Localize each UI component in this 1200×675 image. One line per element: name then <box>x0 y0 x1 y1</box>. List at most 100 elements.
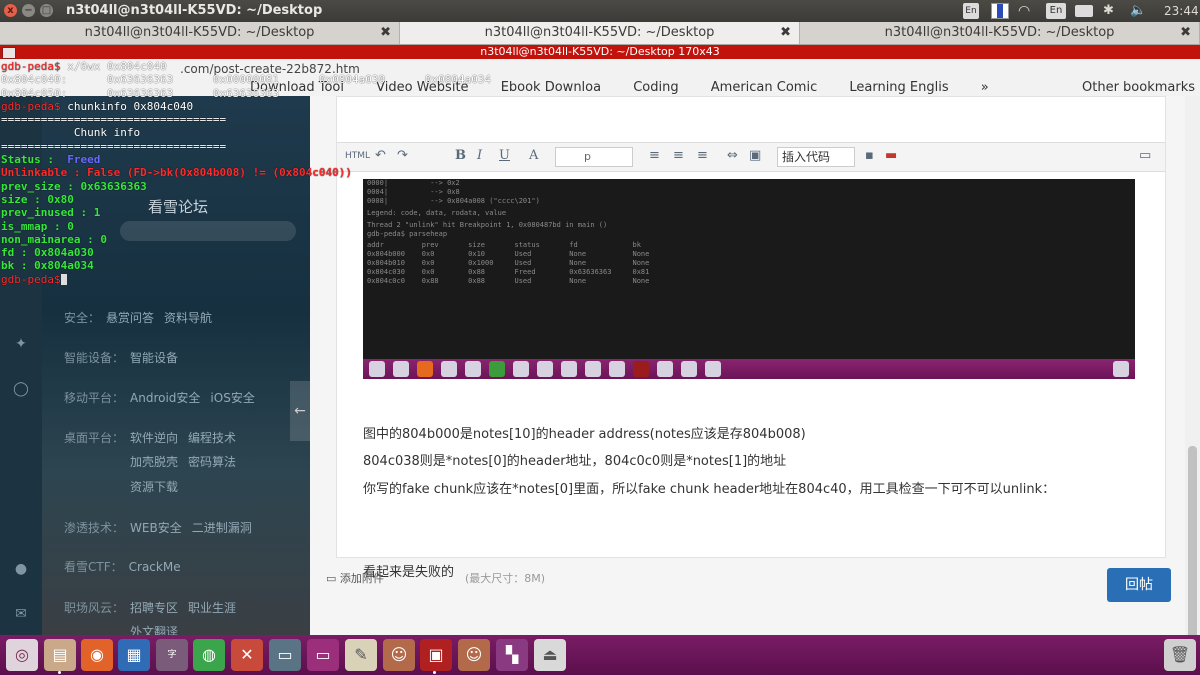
terminal-tab-2[interactable]: n3t04ll@n3t04ll-K55VD: ~/Desktop ✖ <box>400 22 800 44</box>
home-icon[interactable]: ✦ <box>12 336 30 354</box>
fullscreen-icon[interactable]: ▭ <box>1139 148 1151 163</box>
menu-link[interactable]: 外文翻译 <box>130 625 178 635</box>
post-paragraph: 图中的804b000是notes[10]的header address(note… <box>363 427 806 442</box>
underline-button[interactable]: U <box>499 148 510 163</box>
align-center-icon[interactable]: ≡ <box>673 148 684 163</box>
user-icon[interactable]: ● <box>12 561 30 579</box>
align-left-icon[interactable]: ≡ <box>649 148 660 163</box>
menu-link[interactable]: 招聘专区 <box>130 601 178 615</box>
bookmark-overflow[interactable]: » <box>981 80 989 95</box>
site-logo[interactable]: 看雪论坛 <box>148 196 208 217</box>
user-avatar-icon[interactable]: ☺ <box>383 639 415 671</box>
bookmark-item[interactable]: Coding <box>633 80 678 95</box>
document-icon[interactable]: ▦ <box>118 639 150 671</box>
menu-link[interactable]: 编程技术 <box>188 431 236 445</box>
tab-label: n3t04ll@n3t04ll-K55VD: ~/Desktop <box>484 25 715 40</box>
clock[interactable]: 23:44 <box>1164 3 1200 19</box>
window-minimize-button[interactable]: − <box>22 4 35 17</box>
menu-link[interactable]: 加壳脱壳 <box>130 455 178 469</box>
site-search-input[interactable] <box>120 221 296 241</box>
menu-link[interactable]: 智能设备 <box>130 351 178 365</box>
menu-link[interactable]: 软件逆向 <box>130 431 178 445</box>
menu-link[interactable]: iOS安全 <box>210 391 254 405</box>
font-color-button[interactable]: A <box>529 148 538 163</box>
usb-drive-icon[interactable]: ⏏ <box>534 639 566 671</box>
attachment-size-limit: (最大尺寸：8M) <box>465 572 546 585</box>
menu-row: 看雪CTF： CrackMe <box>64 560 181 574</box>
insert-code-select[interactable]: 插入代码 <box>777 147 855 167</box>
bookmarks-bar: .com/post-create-22b872.htm Download Too… <box>0 56 1200 96</box>
close-icon[interactable]: ✖ <box>1180 22 1191 44</box>
italic-button[interactable]: I <box>477 148 482 163</box>
text-editor-icon[interactable]: ✎ <box>345 639 377 671</box>
link-icon[interactable]: ⇔ <box>727 148 738 163</box>
volume-icon[interactable]: 🔈 <box>1130 3 1150 19</box>
remote-desktop-icon[interactable]: ▭ <box>269 639 301 671</box>
mail-icon[interactable]: ✉ <box>12 606 30 624</box>
mail-icon[interactable] <box>1075 5 1093 17</box>
menu-link[interactable]: CrackMe <box>129 560 181 574</box>
tab-label: n3t04ll@n3t04ll-K55VD: ~/Desktop <box>84 25 315 40</box>
terminal-window-icon[interactable]: ▭ <box>307 639 339 671</box>
paragraph-format-select[interactable]: p <box>555 147 633 167</box>
bookmark-item[interactable]: Download Tool <box>250 80 344 95</box>
terminal-tab-3[interactable]: n3t04ll@n3t04ll-K55VD: ~/Desktop ✖ <box>800 22 1200 44</box>
close-icon[interactable]: ✖ <box>780 22 791 44</box>
presentation-icon[interactable]: ▣ <box>420 639 452 671</box>
menu-link[interactable]: 资料导航 <box>164 311 212 325</box>
bookmark-item[interactable]: American Comic <box>711 80 817 95</box>
menu-link[interactable]: WEB安全 <box>130 521 182 535</box>
flag-icon[interactable] <box>991 3 1009 19</box>
close-icon[interactable]: ✖ <box>380 22 391 44</box>
menu-row: 桌面平台： 软件逆向 编程技术 <box>64 431 237 445</box>
ubuntu-icon[interactable]: ◎ <box>6 639 38 671</box>
menu-link[interactable]: 资源下载 <box>130 480 178 494</box>
address-bar[interactable]: .com/post-create-22b872.htm <box>180 62 360 76</box>
bold-button[interactable]: B <box>455 148 466 163</box>
sidebar-icon-rail: ✦ ◯ ● ✉ <box>0 96 42 635</box>
files-icon[interactable]: ▤ <box>44 639 76 671</box>
input-language-indicator[interactable]: En <box>1046 3 1066 19</box>
window-maximize-button[interactable]: □ <box>40 4 53 17</box>
window-close-button[interactable]: x <box>4 4 17 17</box>
terminal-tab-1[interactable]: n3t04ll@n3t04ll-K55VD: ~/Desktop ✖ <box>0 22 400 44</box>
bluetooth-icon[interactable]: ✱ <box>1103 3 1114 19</box>
menu-link[interactable]: 悬赏问答 <box>106 311 154 325</box>
bookmark-item[interactable]: Ebook Downloa <box>501 80 601 95</box>
sidebar-collapse-button[interactable]: ← <box>290 381 310 441</box>
window-title: n3t04ll@n3t04ll-K55VD: ~/Desktop <box>66 3 323 18</box>
settings-tools-icon[interactable]: ✕ <box>231 639 263 671</box>
scrollbar-thumb[interactable] <box>1188 446 1197 635</box>
page-scrollbar[interactable] <box>1185 96 1200 635</box>
menu-row: 智能设备： 智能设备 <box>64 351 179 365</box>
html-mode-button[interactable]: HTML <box>345 151 370 161</box>
trash-icon[interactable]: 🗑 <box>1164 639 1196 671</box>
embedded-taskbar <box>363 359 1135 379</box>
firefox-icon[interactable]: ◉ <box>81 639 113 671</box>
align-right-icon[interactable]: ≡ <box>697 148 708 163</box>
redo-icon[interactable]: ↷ <box>397 148 408 163</box>
add-attachment-link[interactable]: ▭ 添加附件 <box>326 570 384 586</box>
other-bookmarks[interactable]: Other bookmarks <box>1082 80 1195 95</box>
bookmark-item[interactable]: Learning Englis <box>849 80 948 95</box>
save-icon[interactable]: ▪ <box>865 148 874 163</box>
menu-link[interactable]: Android安全 <box>130 391 200 405</box>
bookmark-item[interactable]: Video Website <box>376 80 468 95</box>
chrome-icon[interactable]: ◍ <box>193 639 225 671</box>
menu-link[interactable]: 密码算法 <box>188 455 236 469</box>
rich-text-editor[interactable]: HTML ↶ ↷ B I U A p ≡ ≡ ≡ ⇔ ▣ 插入代码 ▪ ▬ ▭ … <box>336 96 1166 580</box>
media-icon[interactable]: ▬ <box>885 148 897 163</box>
chat-icon[interactable]: ◯ <box>12 381 30 399</box>
menu-link[interactable]: 二进制漏洞 <box>192 521 252 535</box>
tab-label: n3t04ll@n3t04ll-K55VD: ~/Desktop <box>884 25 1115 40</box>
undo-icon[interactable]: ↶ <box>375 148 386 163</box>
reply-button[interactable]: 回帖 <box>1107 568 1171 602</box>
menu-link[interactable]: 职业生涯 <box>188 601 236 615</box>
wifi-icon[interactable]: ◠ <box>1018 3 1036 19</box>
dictionary-icon[interactable]: 字 <box>156 639 188 671</box>
workspaces-icon[interactable]: ▚ <box>496 639 528 671</box>
menu-row: 渗透技术： WEB安全 二进制漏洞 <box>64 521 252 535</box>
keyboard-indicator[interactable]: En <box>963 3 979 19</box>
image-icon[interactable]: ▣ <box>749 148 761 163</box>
user-avatar-icon[interactable]: ☺ <box>458 639 490 671</box>
